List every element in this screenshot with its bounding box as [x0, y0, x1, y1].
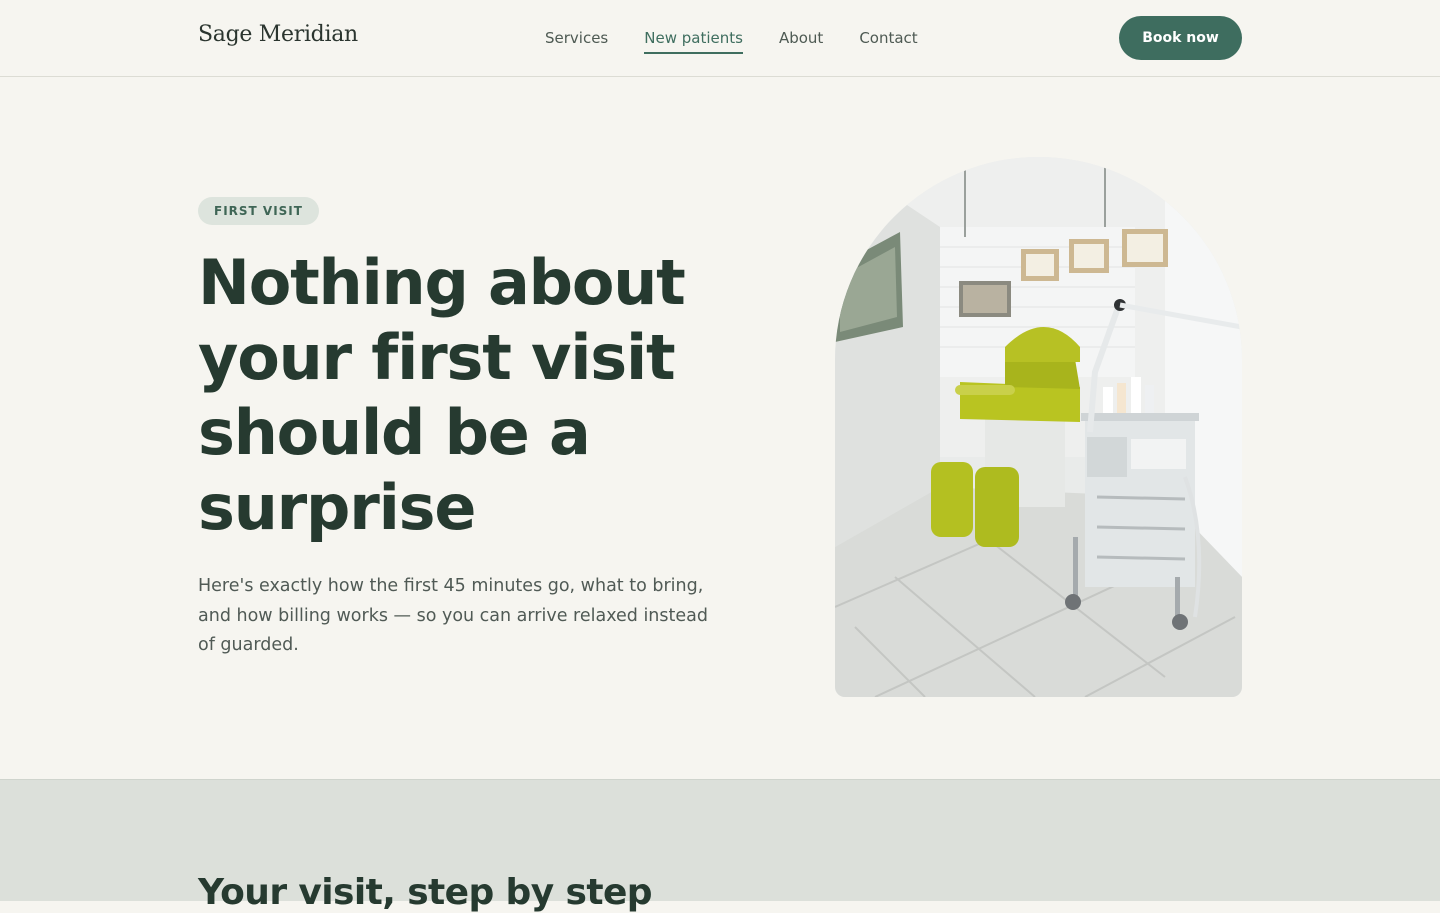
hero-subtitle: Here's exactly how the first 45 minutes …: [198, 576, 708, 655]
book-now-button[interactable]: Book now: [1119, 16, 1242, 60]
main-nav: Services New patients About Contact: [545, 28, 918, 54]
visit-steps-title: Your visit, step by step: [198, 872, 653, 913]
visit-steps-section: Your visit, step by step: [0, 779, 1440, 913]
nav-link-about[interactable]: About: [779, 28, 823, 54]
nav-link-services[interactable]: Services: [545, 28, 608, 54]
site-header: Sage Meridian Services New patients Abou…: [0, 0, 1440, 77]
site-logo[interactable]: Sage Meridian: [198, 22, 358, 47]
first-visit-badge: FIRST VISIT: [198, 197, 319, 225]
hero-section: FIRST VISIT Nothing about your first vis…: [0, 77, 1440, 779]
nav-link-contact[interactable]: Contact: [859, 28, 917, 54]
nav-link-new-patients[interactable]: New patients: [644, 28, 743, 54]
treatment-room-image: [835, 157, 1242, 697]
hero-title: Nothing about your first visit should be…: [198, 246, 686, 544]
